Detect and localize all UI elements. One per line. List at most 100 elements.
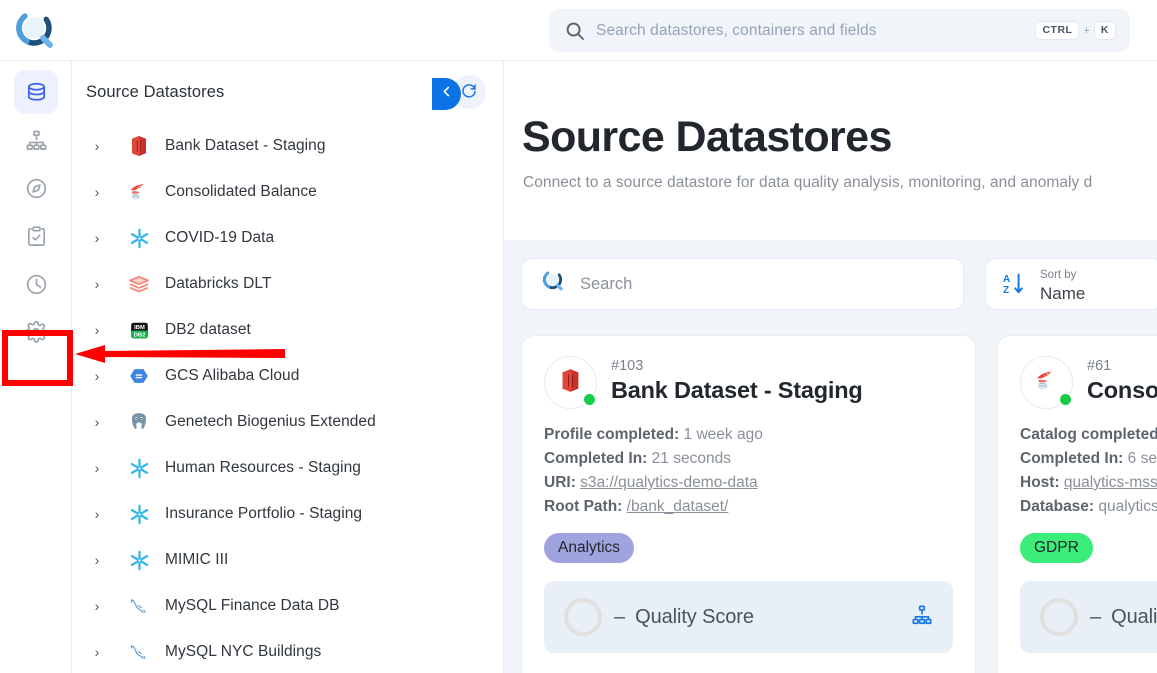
svg-text:A: A <box>1003 274 1010 285</box>
global-search-placeholder: Search datastores, containers and fields <box>596 21 877 39</box>
tree-item-human-resources-staging[interactable]: › Human Resources - Staging <box>72 445 504 491</box>
meta-row: URI: s3a://qualytics-demo-data <box>544 471 953 495</box>
tree-item-label: Human Resources - Staging <box>165 459 361 476</box>
meta-key: Root Path: <box>544 498 623 515</box>
chevron-right-icon[interactable]: › <box>86 230 108 246</box>
snowflake-icon <box>126 501 152 527</box>
tag-badge[interactable]: Analytics <box>544 533 635 563</box>
search-icon <box>565 21 585 41</box>
status-badge-online <box>582 392 597 407</box>
tree-item-mimic-iii[interactable]: › MIMIC III <box>72 537 504 583</box>
sort-alpha-down-icon: A Z <box>1001 271 1027 297</box>
meta-key: Completed In: <box>544 450 648 467</box>
chevron-right-icon[interactable]: › <box>86 276 108 292</box>
card-title: Bank Dataset - Staging <box>611 377 863 403</box>
chevron-right-icon[interactable]: › <box>86 644 108 660</box>
tree-item-covid-19-data[interactable]: › COVID-19 Data <box>72 215 504 261</box>
main-content: Source Datastores Connect to a source da… <box>504 61 1157 673</box>
meta-value-link[interactable]: qualytics-mssql <box>1064 474 1157 491</box>
card-id: #103 <box>611 358 644 374</box>
meta-row: Catalog completed: <box>1020 423 1157 447</box>
main-controls: Search A Z Sort by Name <box>504 258 1157 318</box>
sidebar-item-datastores[interactable] <box>14 70 58 114</box>
quality-score-label: Quality Score <box>635 605 754 628</box>
chevron-right-icon[interactable]: › <box>86 506 108 522</box>
tree-item-mysql-finance-data-db[interactable]: › MySQL Finance Data DB <box>72 583 504 629</box>
gear-icon <box>24 320 48 344</box>
sidebar-item-checks[interactable] <box>14 214 58 258</box>
tree-item-bank-dataset-staging[interactable]: › Bank Dataset - Staging <box>72 123 504 169</box>
tree-item-consolidated-balance[interactable]: › Consolidated Balance <box>72 169 504 215</box>
meta-key: Database: <box>1020 498 1095 515</box>
meta-value: 6 seconds <box>1127 450 1157 467</box>
svg-text:DB2: DB2 <box>133 332 145 338</box>
tree-item-label: GCS Alibaba Cloud <box>165 367 300 384</box>
qualytics-logo-icon[interactable] <box>10 6 60 56</box>
refresh-icon <box>460 81 478 104</box>
tree-item-gcs-alibaba-cloud[interactable]: › GCS Alibaba Cloud <box>72 353 504 399</box>
sitemap-icon[interactable] <box>911 604 933 631</box>
card-header: #61 Consolidated Balance <box>1020 356 1157 409</box>
sort-by-select[interactable]: A Z Sort by Name <box>985 258 1157 310</box>
global-search-input[interactable]: Search datastores, containers and fields… <box>549 9 1130 52</box>
search-placeholder: Search <box>580 274 633 293</box>
tree-item-genetech-biogenius-extended[interactable]: › Genetech Biogenius Extended <box>72 399 504 445</box>
chevron-right-icon[interactable]: › <box>86 460 108 476</box>
sort-by-label: Sort by <box>1040 268 1077 281</box>
status-badge-online <box>1058 392 1073 407</box>
tree-item-databricks-dlt[interactable]: › Databricks DLT <box>72 261 504 307</box>
avatar <box>544 356 597 409</box>
svg-text:Z: Z <box>1003 285 1009 296</box>
card-id: #61 <box>1087 358 1112 374</box>
quality-score-panel[interactable]: – Quality Score <box>544 581 953 653</box>
quality-score-panel[interactable]: – Quality Score <box>1020 581 1157 653</box>
shortcut-plus: + <box>1083 24 1090 37</box>
quality-score-value: – <box>614 605 626 628</box>
top-bar: Search datastores, containers and fields… <box>0 0 1157 61</box>
sidebar-item-settings[interactable] <box>14 310 58 354</box>
tree-item-insurance-portfolio-staging[interactable]: › Insurance Portfolio - Staging <box>72 491 504 537</box>
google-cloud-storage-icon <box>126 363 152 389</box>
avatar <box>1020 356 1073 409</box>
meta-key: Catalog completed: <box>1020 426 1157 443</box>
main-header: Source Datastores Connect to a source da… <box>504 61 1157 240</box>
meta-row: Profile completed: 1 week ago <box>544 423 953 447</box>
svg-text:IBM: IBM <box>134 325 145 331</box>
tree-item-label: Databricks DLT <box>165 275 272 292</box>
microsoft-sql-server-icon <box>126 179 152 205</box>
card-metadata: Catalog completed: Completed In: 6 secon… <box>1020 423 1157 519</box>
snowflake-icon <box>126 225 152 251</box>
tree-item-label: Bank Dataset - Staging <box>165 137 326 154</box>
datastore-cards: #103 Bank Dataset - Staging Profile comp… <box>504 335 1157 673</box>
search-input[interactable]: Search <box>521 258 964 310</box>
chevron-right-icon[interactable]: › <box>86 552 108 568</box>
sidebar-item-containers[interactable] <box>14 118 58 162</box>
tree-item-db2-dataset[interactable]: › IBM DB2 DB2 dataset <box>72 307 504 353</box>
meta-row: Host: qualytics-mssql <box>1020 471 1157 495</box>
card-header: #103 Bank Dataset - Staging <box>544 356 953 409</box>
chevron-right-icon[interactable]: › <box>86 322 108 338</box>
sidebar-item-activity[interactable] <box>14 262 58 306</box>
meta-row: Completed In: 6 seconds <box>1020 447 1157 471</box>
chevron-right-icon[interactable]: › <box>86 184 108 200</box>
tree-item-label: DB2 dataset <box>165 321 251 338</box>
tag-badge[interactable]: GDPR <box>1020 533 1093 563</box>
snowflake-icon <box>126 455 152 481</box>
datastore-card-bank-dataset-staging[interactable]: #103 Bank Dataset - Staging Profile comp… <box>521 335 976 673</box>
chevron-left-icon <box>439 84 454 104</box>
meta-value-link[interactable]: /bank_dataset/ <box>627 498 729 515</box>
chevron-right-icon[interactable]: › <box>86 414 108 430</box>
tree-item-mysql-nyc-buildings[interactable]: › MySQL NYC Buildings <box>72 629 504 673</box>
chevron-right-icon[interactable]: › <box>86 138 108 154</box>
chevron-right-icon[interactable]: › <box>86 598 108 614</box>
databricks-icon <box>126 271 152 297</box>
meta-value-link[interactable]: s3a://qualytics-demo-data <box>580 474 757 491</box>
datastore-card-consolidated-balance[interactable]: #61 Consolidated Balance Catalog complet… <box>997 335 1157 673</box>
sidebar-item-explore[interactable] <box>14 166 58 210</box>
postgresql-icon <box>126 409 152 435</box>
amazon-s3-icon <box>557 367 584 399</box>
chevron-right-icon[interactable]: › <box>86 368 108 384</box>
datastore-tree-panel: Source Datastores › Bank Dataset - Stagi… <box>72 61 504 673</box>
tree-item-label: Consolidated Balance <box>165 183 317 200</box>
meta-value: 21 seconds <box>651 450 731 467</box>
